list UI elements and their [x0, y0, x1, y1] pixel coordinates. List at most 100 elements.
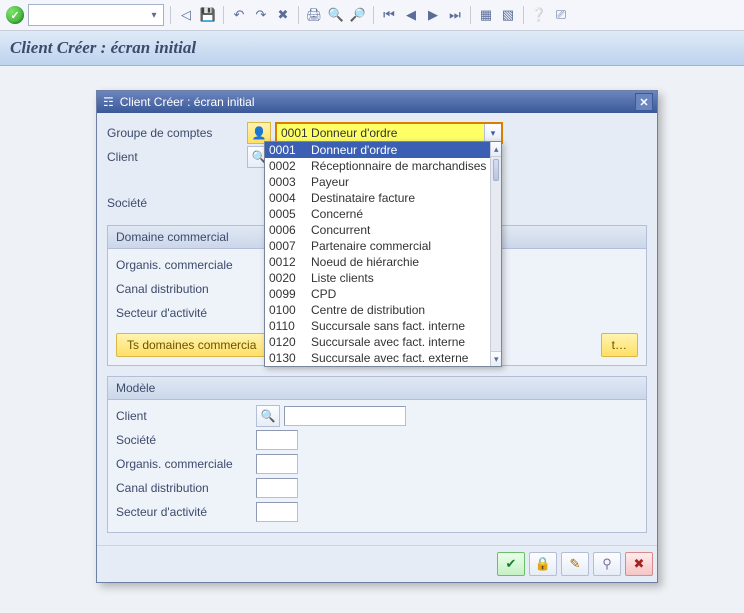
- nav-exit-icon[interactable]: ↷: [252, 6, 270, 24]
- input-model-organis[interactable]: [256, 454, 298, 474]
- dropdown-item[interactable]: 0007Partenaire commercial: [265, 238, 490, 254]
- dropdown-item-code: 0005: [269, 207, 311, 221]
- dropdown-item-label: Centre de distribution: [311, 303, 425, 317]
- search-help-icon[interactable]: 🔍: [256, 405, 280, 427]
- dropdown-item-code: 0003: [269, 175, 311, 189]
- dropdown-groupe-comptes: 0001Donneur d'ordre0002Réceptionnaire de…: [264, 141, 502, 367]
- confirm-button[interactable]: ✔: [497, 552, 525, 576]
- dropdown-item-label: Donneur d'ordre: [311, 143, 397, 157]
- dropdown-item-code: 0120: [269, 335, 311, 349]
- dropdown-item-label: Succursale avec fact. interne: [311, 335, 465, 349]
- dropdown-item-code: 0007: [269, 239, 311, 253]
- page-title: Client Créer : écran initial: [10, 38, 196, 58]
- dropdown-item-code: 0004: [269, 191, 311, 205]
- separator: [373, 6, 374, 24]
- label-societe: Société: [107, 196, 247, 210]
- save-icon[interactable]: 💾: [199, 6, 217, 24]
- group-title-model: Modèle: [108, 377, 646, 400]
- label-model-client: Client: [116, 409, 256, 423]
- btn-extra[interactable]: t…: [601, 333, 638, 357]
- dropdown-item-label: CPD: [311, 287, 336, 301]
- scroll-thumb[interactable]: [493, 159, 499, 181]
- layout-icon[interactable]: ⎚: [552, 6, 570, 24]
- combo-selected-text: 0001 Donneur d'ordre: [281, 126, 397, 140]
- separator: [523, 6, 524, 24]
- dropdown-list[interactable]: 0001Donneur d'ordre0002Réceptionnaire de…: [265, 142, 490, 366]
- dropdown-item[interactable]: 0003Payeur: [265, 174, 490, 190]
- dropdown-item-code: 0110: [269, 319, 311, 333]
- dropdown-item[interactable]: 0100Centre de distribution: [265, 302, 490, 318]
- dropdown-item-label: Succursale sans fact. interne: [311, 319, 465, 333]
- dropdown-item-code: 0006: [269, 223, 311, 237]
- input-model-secteur[interactable]: [256, 502, 298, 522]
- enter-button[interactable]: ✓: [6, 6, 24, 24]
- label-groupe-comptes: Groupe de comptes: [107, 126, 247, 140]
- dropdown-item-label: Concerné: [311, 207, 363, 221]
- input-model-client[interactable]: [284, 406, 406, 426]
- find-icon[interactable]: 🔍: [327, 6, 345, 24]
- chevron-down-icon[interactable]: ▾: [484, 124, 501, 142]
- scrollbar[interactable]: ▴ ▾: [490, 142, 501, 366]
- app-toolbar: ✓ ▾ ◁ 💾 ↶ ↷ ✖ 🖨 🔍 🔎 ⏮ ◀ ▶ ⏭ ▦ ▧ ❔ ⎚: [0, 0, 744, 31]
- separator: [298, 6, 299, 24]
- dropdown-item[interactable]: 0110Succursale sans fact. interne: [265, 318, 490, 334]
- back-icon[interactable]: ◁: [177, 6, 195, 24]
- dropdown-item[interactable]: 0005Concerné: [265, 206, 490, 222]
- dropdown-item[interactable]: 0012Noeud de hiérarchie: [265, 254, 490, 270]
- next-page-icon[interactable]: ▶: [424, 6, 442, 24]
- input-model-canal[interactable]: [256, 478, 298, 498]
- dialog-titlebar[interactable]: ☶ Client Créer : écran initial ✕: [97, 91, 657, 113]
- dropdown-item[interactable]: 0004Destinataire facture: [265, 190, 490, 206]
- dropdown-item[interactable]: 0001Donneur d'ordre: [265, 142, 490, 158]
- scroll-up-icon[interactable]: ▴: [491, 142, 501, 157]
- dialog-title: Client Créer : écran initial: [120, 95, 255, 109]
- page-background: ☶ Client Créer : écran initial ✕ Groupe …: [0, 66, 744, 613]
- label-organis-commerciale: Organis. commerciale: [116, 258, 256, 272]
- dropdown-item-label: Destinataire facture: [311, 191, 415, 205]
- close-icon[interactable]: ✕: [635, 93, 653, 111]
- separator: [470, 6, 471, 24]
- lock-button[interactable]: 🔒: [529, 552, 557, 576]
- page-title-bar: Client Créer : écran initial: [0, 31, 744, 66]
- dropdown-item-label: Concurrent: [311, 223, 370, 237]
- prev-page-icon[interactable]: ◀: [402, 6, 420, 24]
- separator: [170, 6, 171, 24]
- dropdown-item-label: Réceptionnaire de marchandises: [311, 159, 486, 173]
- dropdown-item[interactable]: 0120Succursale avec fact. interne: [265, 334, 490, 350]
- find-next-icon[interactable]: 🔎: [349, 6, 367, 24]
- dropdown-item[interactable]: 0002Réceptionnaire de marchandises: [265, 158, 490, 174]
- last-page-icon[interactable]: ⏭: [446, 6, 464, 24]
- dropdown-item[interactable]: 0099CPD: [265, 286, 490, 302]
- label-secteur-activite: Secteur d'activité: [116, 306, 256, 320]
- help-icon[interactable]: ❔: [530, 6, 548, 24]
- dropdown-item-code: 0020: [269, 271, 311, 285]
- label-client: Client: [107, 150, 247, 164]
- assign-button[interactable]: ⚲: [593, 552, 621, 576]
- dropdown-item-code: 0099: [269, 287, 311, 301]
- label-model-organis: Organis. commerciale: [116, 457, 256, 471]
- cancel-button[interactable]: ✖: [625, 552, 653, 576]
- shortcut-icon[interactable]: ▧: [499, 6, 517, 24]
- cancel-icon[interactable]: ✖: [274, 6, 292, 24]
- chevron-down-icon[interactable]: ▾: [147, 8, 161, 22]
- dialog-client-create: ☶ Client Créer : écran initial ✕ Groupe …: [96, 90, 658, 583]
- dropdown-item[interactable]: 0130Succursale avec fact. externe: [265, 350, 490, 366]
- btn-all-domains[interactable]: Ts domaines commercia: [116, 333, 267, 357]
- command-field[interactable]: ▾: [28, 4, 164, 26]
- dropdown-item-label: Payeur: [311, 175, 349, 189]
- edit-button[interactable]: ✎: [561, 552, 589, 576]
- nav-back-icon[interactable]: ↶: [230, 6, 248, 24]
- input-model-societe[interactable]: [256, 430, 298, 450]
- dropdown-item[interactable]: 0006Concurrent: [265, 222, 490, 238]
- dialog-footer: ✔ 🔒 ✎ ⚲ ✖: [97, 545, 657, 582]
- scroll-down-icon[interactable]: ▾: [491, 351, 501, 366]
- first-page-icon[interactable]: ⏮: [380, 6, 398, 24]
- dropdown-item-label: Partenaire commercial: [311, 239, 431, 253]
- dropdown-item-code: 0100: [269, 303, 311, 317]
- label-model-societe: Société: [116, 433, 256, 447]
- dropdown-item[interactable]: 0020Liste clients: [265, 270, 490, 286]
- label-model-secteur: Secteur d'activité: [116, 505, 256, 519]
- print-icon[interactable]: 🖨: [305, 6, 323, 24]
- dropdown-item-label: Noeud de hiérarchie: [311, 255, 419, 269]
- session-new-icon[interactable]: ▦: [477, 6, 495, 24]
